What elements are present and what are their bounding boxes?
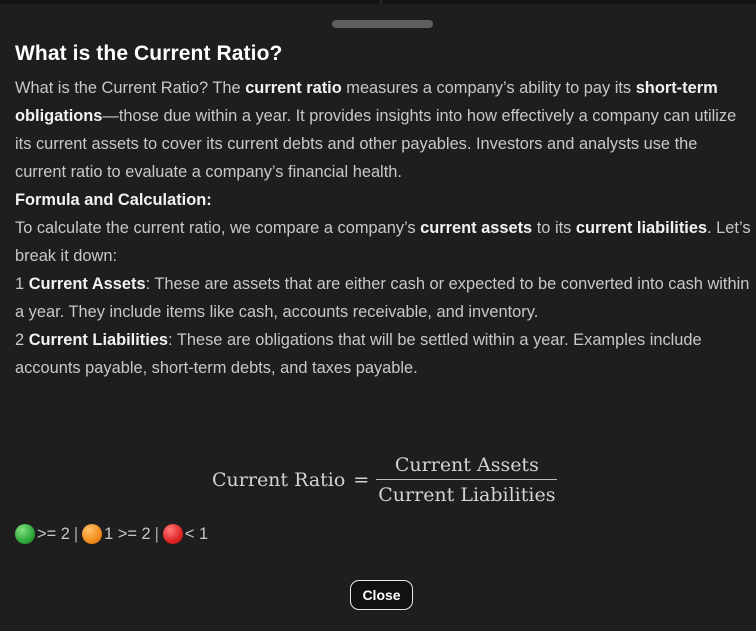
formula-equals: = xyxy=(353,469,370,491)
modal-sheet: What is the Current Ratio? What is the C… xyxy=(0,0,756,631)
red-circle-icon xyxy=(162,524,183,544)
green-circle-icon xyxy=(15,524,35,544)
list-item-term: Current Liabilities xyxy=(28,331,169,349)
list-item-number: 1 xyxy=(15,275,25,293)
window-top-edge xyxy=(0,0,756,4)
intro-text-1: What is the Current Ratio? The xyxy=(15,79,246,97)
list-item-term: Current Assets xyxy=(28,275,146,293)
close-button[interactable]: Close xyxy=(350,580,413,610)
legend-separator: | xyxy=(154,524,159,543)
ratio-legend: >= 2 | 1 >= 2 | < 1 xyxy=(15,522,208,546)
drag-handle[interactable] xyxy=(332,20,433,28)
calc-text-1: To calculate the current ratio, we compa… xyxy=(15,219,421,237)
formula-lhs: Current Ratio xyxy=(212,469,346,491)
formula-fraction: Current Assets Current Liabilities xyxy=(376,454,558,506)
legend-red-text: < 1 xyxy=(184,524,209,543)
calc-text-2: to its xyxy=(532,219,576,237)
orange-circle-icon xyxy=(82,524,103,544)
list-item: 1 Current Assets: These are assets that … xyxy=(15,270,751,326)
legend-orange-text: 1 >= 2 xyxy=(104,524,151,543)
formula-heading: Formula and Calculation: xyxy=(15,186,751,214)
calc-bold-current-assets: current assets xyxy=(420,219,533,237)
list-item: 2 Current Liabilities: These are obligat… xyxy=(15,326,751,382)
modal-content: What is the Current Ratio? The current r… xyxy=(15,74,751,382)
formula-numerator: Current Assets xyxy=(394,454,539,476)
legend-green-text: >= 2 xyxy=(37,524,70,543)
intro-text-3: —those due within a year. It provides in… xyxy=(15,107,737,181)
intro-bold-current-ratio: current ratio xyxy=(245,79,342,97)
intro-paragraph: What is the Current Ratio? The current r… xyxy=(15,74,751,186)
intro-text-2: measures a company’s ability to pay its xyxy=(341,79,636,97)
formula-denominator: Current Liabilities xyxy=(378,484,556,506)
legend-separator: | xyxy=(73,524,79,543)
calc-bold-current-liabilities: current liabilities xyxy=(575,219,708,237)
top-edge-tick xyxy=(380,0,382,4)
modal-title: What is the Current Ratio? xyxy=(15,42,283,65)
list-item-number: 2 xyxy=(15,331,25,349)
calc-paragraph: To calculate the current ratio, we compa… xyxy=(15,214,751,270)
current-ratio-formula: Current Ratio = Current Assets Current L… xyxy=(212,451,558,509)
formula-heading-text: Formula and Calculation: xyxy=(15,191,212,209)
